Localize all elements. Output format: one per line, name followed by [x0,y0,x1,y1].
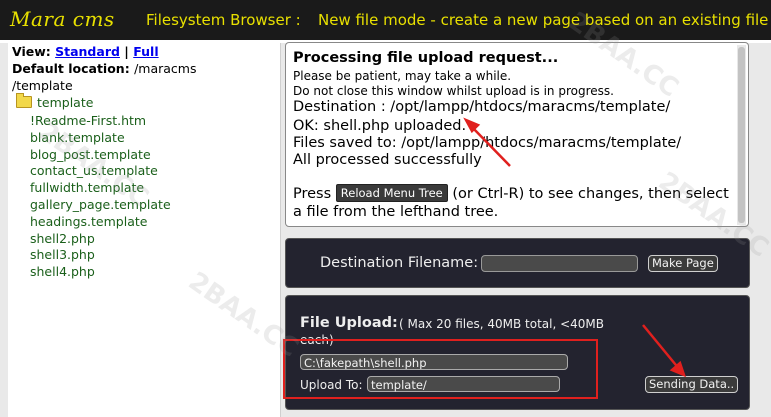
annotation-arrows [463,117,687,378]
arrow-to-ok-head [463,117,481,134]
arrow-to-sending-line [642,324,681,371]
arrow-to-sending-head [669,360,687,378]
arrow-to-ok-line [469,124,511,167]
